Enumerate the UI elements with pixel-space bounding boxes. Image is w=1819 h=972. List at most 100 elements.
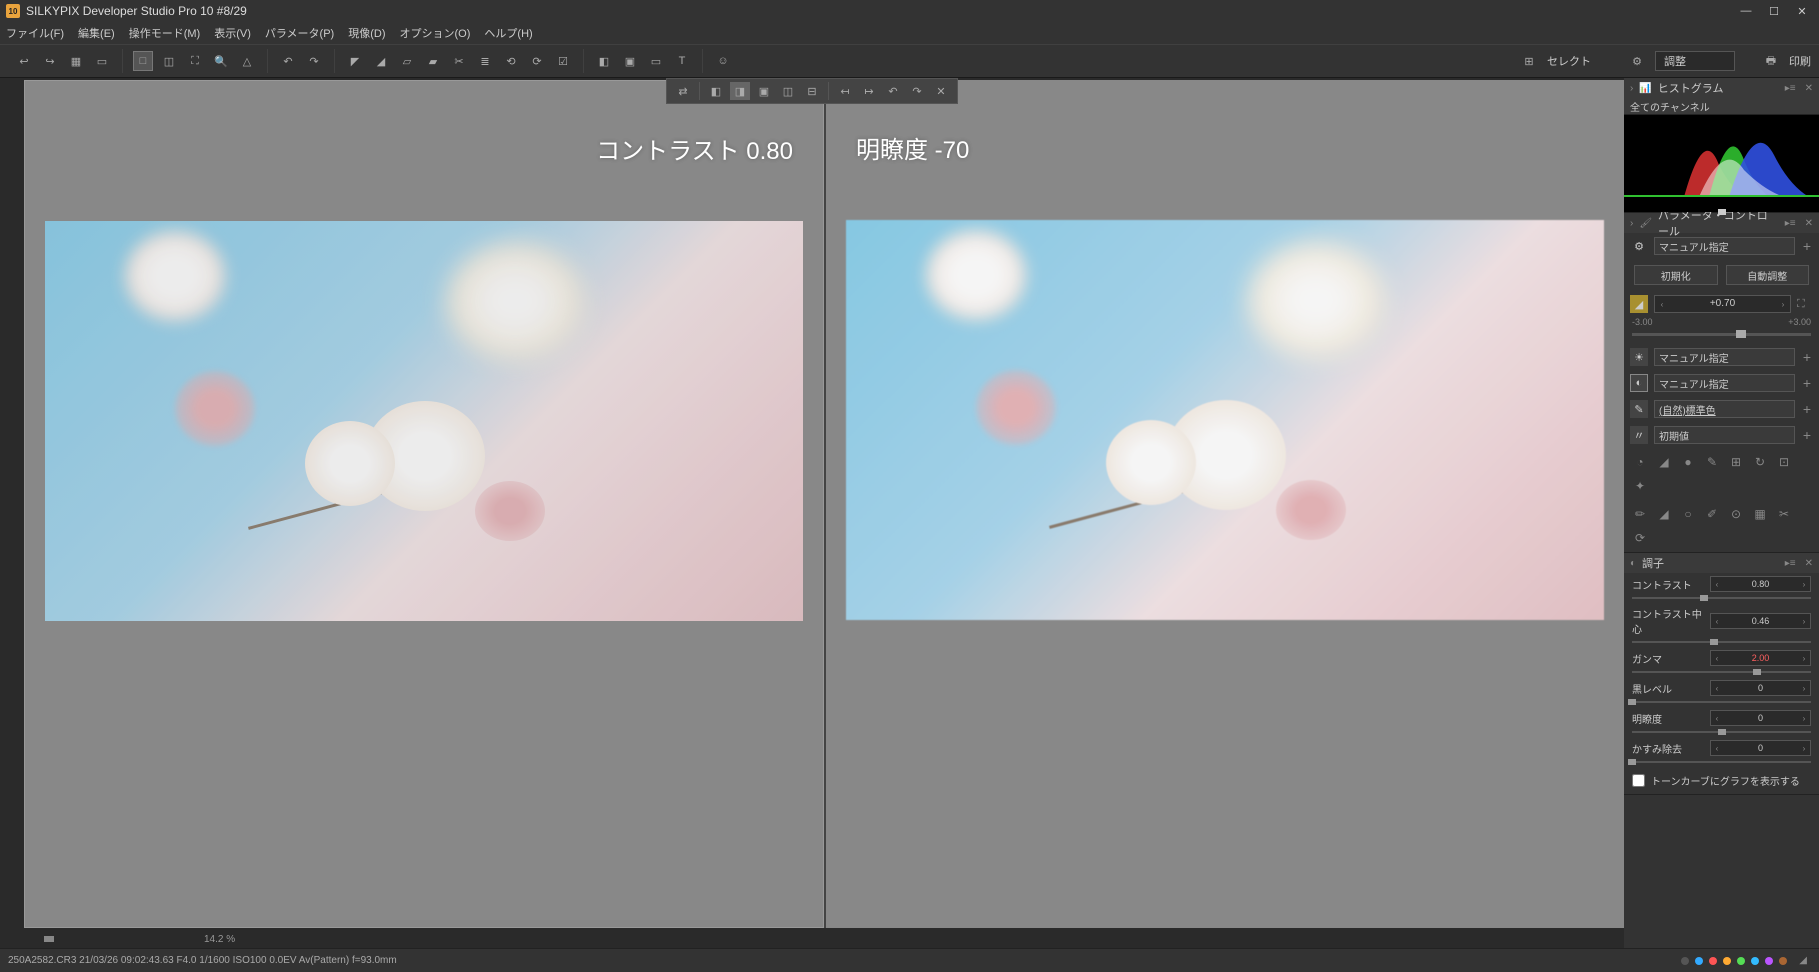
- minimize-button[interactable]: —: [1739, 4, 1753, 18]
- print-icon[interactable]: 🖶: [1761, 51, 1781, 71]
- panel-close-icon[interactable]: ✕: [1805, 558, 1813, 569]
- tone-thumb-4[interactable]: [1718, 729, 1726, 735]
- ct-mode-2-icon[interactable]: ◨: [730, 82, 750, 100]
- preview-1-icon[interactable]: ◧: [594, 51, 614, 71]
- tool-4-icon[interactable]: ▰: [423, 51, 443, 71]
- param-row-icon-3[interactable]: 〃: [1630, 426, 1648, 444]
- person-icon[interactable]: ☺: [713, 51, 733, 71]
- tone-stepper-4[interactable]: ‹ 0 ›: [1710, 710, 1811, 726]
- tone-slider-1[interactable]: [1632, 641, 1811, 643]
- tone-thumb-0[interactable]: [1700, 595, 1708, 601]
- split-view-icon[interactable]: ◫: [159, 51, 179, 71]
- tone-inc-3[interactable]: ›: [1798, 681, 1810, 695]
- param-row-dropdown-0[interactable]: マニュアル指定: [1654, 348, 1795, 366]
- ct-mode-5-icon[interactable]: ⊟: [802, 82, 822, 100]
- color-dot-0[interactable]: [1681, 957, 1689, 965]
- color-dot-6[interactable]: [1765, 957, 1773, 965]
- warning-icon[interactable]: △: [237, 51, 257, 71]
- adjust-icon-a6[interactable]: ⊡: [1776, 454, 1792, 470]
- tone-inc-1[interactable]: ›: [1798, 614, 1810, 628]
- menu-操作モード[interactable]: 操作モード(M): [129, 25, 201, 41]
- color-dot-1[interactable]: [1695, 957, 1703, 965]
- param-control-header[interactable]: › 🖌 パラメータ・コントロール ▸≡ ✕: [1624, 213, 1819, 233]
- pin-icon[interactable]: ▸≡: [1785, 218, 1796, 229]
- tone-dec-5[interactable]: ‹: [1711, 741, 1723, 755]
- param-row-dropdown-1[interactable]: マニュアル指定: [1654, 374, 1795, 392]
- param-mode-dropdown[interactable]: マニュアル指定: [1654, 237, 1795, 255]
- view-pane-left[interactable]: コントラスト 0.80: [24, 80, 824, 928]
- check-icon[interactable]: ☑: [553, 51, 573, 71]
- histogram-header[interactable]: › 📊 ヒストグラム ▸≡ ✕: [1624, 78, 1819, 98]
- reset-button[interactable]: 初期化: [1634, 265, 1718, 285]
- ct-undo-icon[interactable]: ↶: [883, 82, 903, 100]
- single-view-icon[interactable]: □: [133, 51, 153, 71]
- adjust-icon-a0[interactable]: ◔: [1632, 454, 1648, 470]
- adjust-icon-b4[interactable]: ⊙: [1728, 506, 1744, 522]
- tone-curve-checkbox[interactable]: [1632, 774, 1645, 787]
- adjust-icon-b7[interactable]: ⟳: [1632, 530, 1648, 546]
- histogram-marker[interactable]: [1718, 209, 1726, 215]
- pin-icon[interactable]: ▸≡: [1785, 558, 1796, 569]
- pin-icon[interactable]: ▸≡: [1785, 83, 1796, 94]
- panel-close-icon[interactable]: ✕: [1805, 218, 1813, 229]
- tone-stepper-3[interactable]: ‹ 0 ›: [1710, 680, 1811, 696]
- ct-mode-4-icon[interactable]: ◫: [778, 82, 798, 100]
- adjust-icon-a5[interactable]: ↻: [1752, 454, 1768, 470]
- adjust-mode-icon[interactable]: ⚙: [1627, 51, 1647, 71]
- histogram-channel-label[interactable]: 全てのチャンネル: [1624, 98, 1819, 114]
- ct-mode-1-icon[interactable]: ◧: [706, 82, 726, 100]
- param-row-icon-1[interactable]: ◐: [1630, 374, 1648, 392]
- ct-copy-right-icon[interactable]: ↦: [859, 82, 879, 100]
- exposure-slider-thumb[interactable]: [1736, 330, 1746, 338]
- adjust-icon-b3[interactable]: ✐: [1704, 506, 1720, 522]
- status-corner-icon[interactable]: ◢: [1795, 955, 1811, 966]
- ct-mode-3-icon[interactable]: ▣: [754, 82, 774, 100]
- ruler-thumb[interactable]: [44, 936, 54, 942]
- tone-stepper-1[interactable]: ‹ 0.46 ›: [1710, 613, 1811, 629]
- menu-パラメータ[interactable]: パラメータ(P): [265, 25, 334, 41]
- adjust-icon-b0[interactable]: ✏: [1632, 506, 1648, 522]
- tone-dec-0[interactable]: ‹: [1711, 577, 1723, 591]
- preview-3-icon[interactable]: ▭: [646, 51, 666, 71]
- zoom-icon[interactable]: 🔍: [211, 51, 231, 71]
- ct-close-icon[interactable]: ✕: [931, 82, 951, 100]
- tone-dec-2[interactable]: ‹: [1711, 651, 1723, 665]
- adjust-icon-a1[interactable]: ◢: [1656, 454, 1672, 470]
- tone-dec-3[interactable]: ‹: [1711, 681, 1723, 695]
- grid-icon[interactable]: ▦: [66, 51, 86, 71]
- tone-header[interactable]: ◐ 調子 ▸≡ ✕: [1624, 553, 1819, 573]
- color-dot-4[interactable]: [1737, 957, 1745, 965]
- preview-2-icon[interactable]: ▣: [620, 51, 640, 71]
- tool-1-icon[interactable]: ◤: [345, 51, 365, 71]
- color-dot-2[interactable]: [1709, 957, 1717, 965]
- color-dot-7[interactable]: [1779, 957, 1787, 965]
- param-row-dropdown-2[interactable]: (自然)標準色: [1654, 400, 1795, 418]
- param-row-dropdown-3[interactable]: 初期値: [1654, 426, 1795, 444]
- menu-ヘルプ[interactable]: ヘルプ(H): [484, 25, 532, 41]
- layers-icon[interactable]: ≣: [475, 51, 495, 71]
- fit-icon[interactable]: ⛶: [185, 51, 205, 71]
- param-add-icon[interactable]: +: [1801, 238, 1813, 254]
- exposure-stepper[interactable]: ‹ +0.70 ›: [1654, 295, 1791, 313]
- rotate-right-icon[interactable]: ⟳: [527, 51, 547, 71]
- adjust-icon-a4[interactable]: ⊞: [1728, 454, 1744, 470]
- menu-現像[interactable]: 現像(D): [348, 25, 385, 41]
- tone-inc-4[interactable]: ›: [1798, 711, 1810, 725]
- adjust-icon-b2[interactable]: ○: [1680, 506, 1696, 522]
- param-row-icon-0[interactable]: ☀: [1630, 348, 1648, 366]
- ct-swap-icon[interactable]: ⇄: [673, 82, 693, 100]
- ct-redo-icon[interactable]: ↷: [907, 82, 927, 100]
- view-pane-right[interactable]: 明瞭度 -70: [824, 80, 1624, 928]
- tool-3-icon[interactable]: ▱: [397, 51, 417, 71]
- tone-thumb-2[interactable]: [1753, 669, 1761, 675]
- color-dot-3[interactable]: [1723, 957, 1731, 965]
- panel-close-icon[interactable]: ✕: [1805, 83, 1813, 94]
- tone-inc-2[interactable]: ›: [1798, 651, 1810, 665]
- nav-back-icon[interactable]: ↩: [14, 51, 34, 71]
- adjust-icon-b6[interactable]: ✂: [1776, 506, 1792, 522]
- exposure-dec-button[interactable]: ‹: [1655, 296, 1669, 312]
- tone-slider-2[interactable]: [1632, 671, 1811, 673]
- tone-dec-1[interactable]: ‹: [1711, 614, 1723, 628]
- adjust-icon-a7[interactable]: ✦: [1632, 478, 1648, 494]
- tone-stepper-2[interactable]: ‹ 2.00 ›: [1710, 650, 1811, 666]
